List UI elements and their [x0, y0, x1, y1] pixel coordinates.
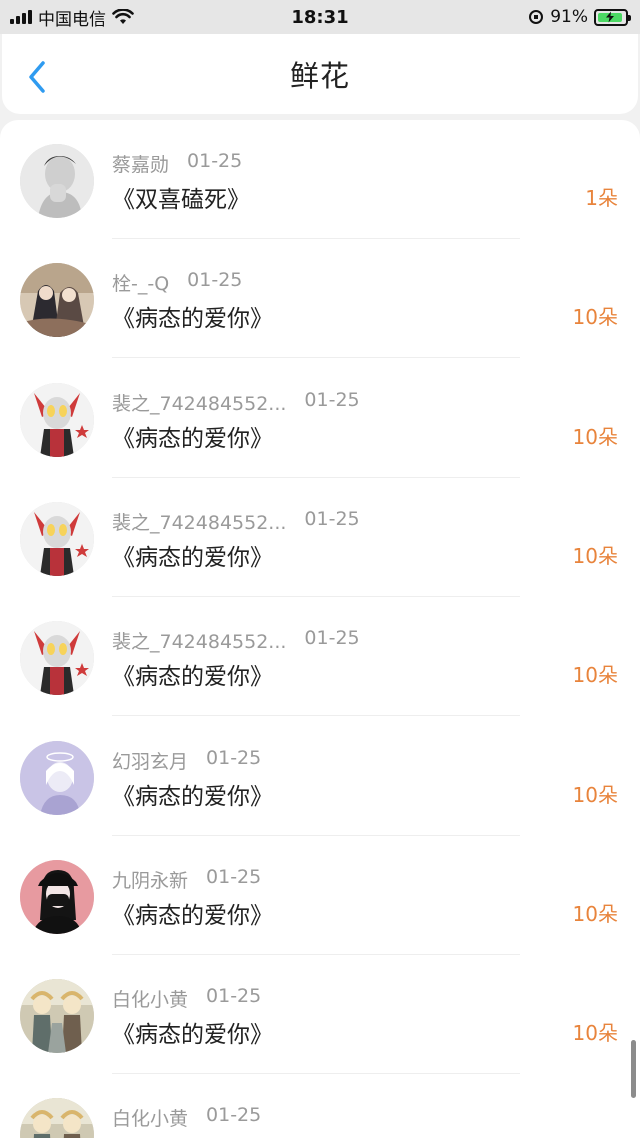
flower-count: 10朵 — [572, 663, 618, 688]
book-title: 《双喜磕死》 — [112, 187, 250, 213]
date: 01-25 — [206, 865, 262, 888]
item-meta: 白化小黄 01-25 — [112, 985, 261, 1012]
wifi-icon — [112, 9, 134, 24]
item-meta: 蔡嘉勋 01-25 — [112, 150, 242, 177]
book-title: 《病态的爱你》 — [112, 1022, 273, 1049]
avatar[interactable] — [20, 979, 94, 1054]
list-item[interactable]: 白化小黄 01-25 《病态的爱你》 10朵 — [0, 955, 640, 1075]
battery-icon — [594, 8, 631, 26]
flower-count: 10朵 — [572, 424, 618, 449]
flower-count: 10朵 — [572, 305, 618, 330]
flower-count: 1朵 — [585, 186, 618, 210]
username[interactable]: 白化小黄 — [112, 985, 188, 1012]
username[interactable]: 九阴永新 — [112, 866, 188, 893]
list-item[interactable]: 九阴永新 01-25 《病态的爱你》 10朵 — [0, 836, 640, 955]
item-meta: 裴之_742484552... 01-25 — [112, 389, 360, 416]
flower-list: 蔡嘉勋 01-25 《双喜磕死》 1朵 栓-_-Q 01-25 《病态的爱你》 10朵 裴之… — [0, 120, 640, 1138]
username[interactable]: 蔡嘉勋 — [112, 150, 169, 177]
username[interactable]: 幻羽玄月 — [112, 747, 188, 774]
book-title: 《病态的爱你》 — [112, 783, 273, 810]
back-button[interactable] — [22, 60, 52, 94]
item-meta: 裴之_742484552... 01-25 — [112, 627, 360, 654]
username[interactable]: 白化小黄 — [112, 1104, 188, 1131]
date: 01-25 — [304, 627, 360, 650]
date: 01-25 — [206, 985, 262, 1008]
page-title: 鲜花 — [289, 59, 350, 93]
date: 01-25 — [187, 150, 243, 172]
status-right: 91% — [528, 7, 631, 27]
username[interactable]: 栓-_-Q — [112, 269, 169, 296]
item-meta: 白化小黄 01-25 — [112, 1104, 261, 1131]
date: 01-25 — [304, 507, 360, 530]
list-item[interactable]: 裴之_742484552... 01-25 《病态的爱你》 10朵 — [0, 597, 640, 717]
username[interactable]: 裴之_742484552... — [112, 389, 286, 416]
date: 01-25 — [187, 269, 243, 292]
avatar[interactable] — [20, 144, 94, 218]
date: 01-25 — [304, 388, 360, 411]
list-item[interactable]: 蔡嘉勋 01-25 《双喜磕死》 1朵 — [0, 120, 640, 239]
item-meta: 九阴永新 01-25 — [112, 866, 261, 893]
flower-count: 10朵 — [572, 901, 618, 926]
status-bar: 中国电信 18:31 91% — [0, 0, 640, 34]
flower-count: 10朵 — [572, 543, 618, 568]
avatar[interactable] — [20, 740, 94, 815]
list-item[interactable]: 裴之_742484552... 01-25 《病态的爱你》 10朵 — [0, 478, 640, 597]
signal-icon — [10, 10, 32, 24]
carrier-label: 中国电信 — [38, 9, 106, 30]
list-item[interactable]: 栓-_-Q 01-25 《病态的爱你》 10朵 — [0, 239, 640, 359]
flower-count: 10朵 — [572, 782, 618, 807]
list-item[interactable]: 幻羽玄月 01-25 《病态的爱你》 10朵 — [0, 717, 640, 836]
item-meta: 幻羽玄月 01-25 — [112, 747, 261, 774]
date: 01-25 — [206, 1104, 262, 1127]
orientation-lock-icon — [529, 10, 544, 24]
avatar[interactable] — [20, 263, 94, 338]
flower-count: 10朵 — [572, 1021, 618, 1046]
username[interactable]: 裴之_742484552... — [112, 508, 286, 535]
avatar[interactable] — [20, 859, 94, 934]
scrollbar[interactable] — [631, 1040, 636, 1098]
chevron-left-icon — [29, 61, 45, 93]
date: 01-25 — [206, 746, 262, 769]
item-meta: 裴之_742484552... 01-25 — [112, 508, 360, 535]
nav-header: 鲜花 — [2, 34, 638, 114]
book-title: 《病态的爱你》 — [112, 664, 273, 691]
battery-fill — [598, 11, 622, 23]
avatar[interactable] — [20, 501, 94, 576]
book-title: 《病态的爱你》 — [112, 902, 273, 929]
avatar[interactable] — [20, 382, 94, 457]
book-title: 《病态的爱你》 — [112, 425, 273, 452]
item-meta: 栓-_-Q 01-25 — [112, 269, 242, 296]
username[interactable]: 裴之_742484552... — [112, 627, 286, 654]
avatar[interactable] — [20, 621, 94, 696]
book-title: 《病态的爱你》 — [112, 306, 273, 333]
list-item[interactable]: 裴之_742484552... 01-25 《病态的爱你》 10朵 — [0, 359, 640, 478]
avatar[interactable] — [20, 1098, 94, 1138]
status-left: 中国电信 — [10, 5, 134, 30]
battery-percent: 91% — [550, 7, 588, 27]
list-item[interactable]: 白化小黄 01-25 — [0, 1074, 640, 1138]
book-title: 《病态的爱你》 — [112, 544, 273, 571]
